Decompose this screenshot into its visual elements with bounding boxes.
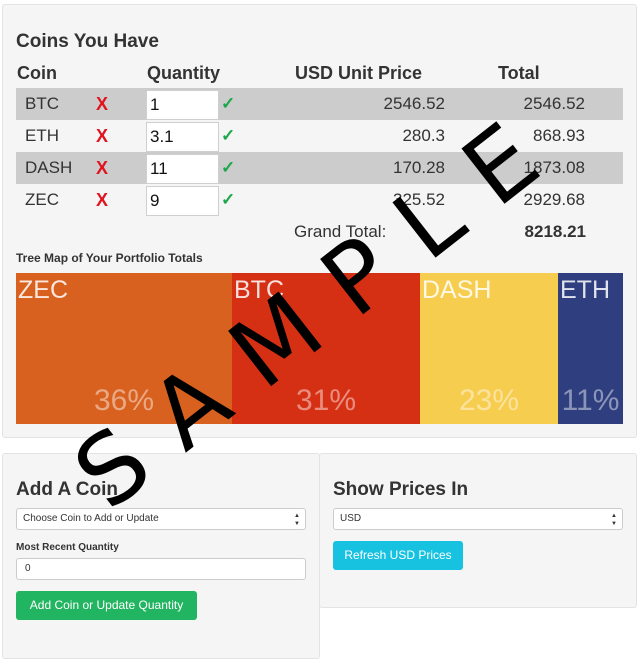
unit-price: 170.28: [393, 158, 445, 177]
tile-label: ETH: [560, 276, 610, 304]
remove-coin-button[interactable]: X: [94, 88, 110, 120]
unit-price: 325.52: [393, 190, 445, 209]
quantity-input[interactable]: [146, 122, 219, 152]
row-total: 2546.52: [523, 94, 585, 113]
confirm-quantity-button[interactable]: ✓: [221, 184, 235, 216]
price-column-header: USD Unit Price: [295, 63, 423, 83]
select-caret-icon: ▲ ▼: [294, 513, 300, 527]
treemap-tile-dash: DASH 23%: [420, 273, 558, 424]
remove-coin-button[interactable]: X: [94, 120, 110, 152]
tile-label: BTC: [234, 276, 284, 304]
coin-column-header: Coin: [17, 63, 57, 83]
row-total: 2929.68: [523, 190, 585, 209]
currency-select-value: USD: [340, 513, 362, 524]
treemap-title: Tree Map of Your Portfolio Totals: [16, 251, 203, 265]
quantity-input[interactable]: [146, 154, 219, 184]
coin-select-value: Choose Coin to Add or Update: [23, 513, 159, 524]
show-prices-title: Show Prices In: [333, 479, 469, 500]
portfolio-treemap: ZEC 36% BTC 31% DASH 23% ETH 11%: [16, 273, 623, 424]
confirm-quantity-button[interactable]: ✓: [221, 88, 235, 120]
coin-row-dash: DASH X ✓ 170.28 1873.08: [16, 152, 623, 184]
tile-label: ZEC: [18, 276, 68, 304]
remove-coin-button[interactable]: X: [94, 184, 110, 216]
add-coin-button[interactable]: Add Coin or Update Quantity: [16, 591, 197, 620]
tile-percent: 31%: [295, 384, 357, 417]
row-total: 868.93: [533, 126, 585, 145]
treemap-tile-zec: ZEC 36%: [16, 273, 232, 424]
coin-name: ETH: [25, 126, 59, 145]
unit-price: 280.3: [402, 126, 445, 145]
coin-name: DASH: [25, 158, 73, 177]
treemap-tile-eth: ETH 11%: [558, 273, 623, 424]
coin-row-btc: BTC X ✓ 2546.52 2546.52: [16, 88, 623, 120]
refresh-prices-button[interactable]: Refresh USD Prices: [333, 541, 463, 570]
add-coin-title: Add A Coin: [16, 479, 119, 500]
tile-percent: 11%: [561, 384, 620, 417]
currency-select[interactable]: USD ▲ ▼: [333, 508, 623, 530]
tile-percent: 36%: [93, 384, 155, 417]
total-column-header: Total: [498, 63, 540, 83]
remove-coin-button[interactable]: X: [94, 152, 110, 184]
grand-total-value: 8218.21: [524, 222, 586, 241]
quantity-field[interactable]: 0: [16, 558, 306, 580]
confirm-quantity-button[interactable]: ✓: [221, 152, 235, 184]
coin-select[interactable]: Choose Coin to Add or Update ▲ ▼: [16, 508, 306, 530]
confirm-quantity-button[interactable]: ✓: [221, 120, 235, 152]
coin-row-eth: ETH X ✓ 280.3 868.93: [16, 120, 623, 152]
unit-price: 2546.52: [383, 94, 445, 113]
grand-total-label: Grand Total:: [294, 222, 387, 241]
quantity-field-value: 0: [25, 563, 31, 574]
select-caret-icon: ▲ ▼: [611, 513, 617, 527]
coin-name: ZEC: [25, 190, 59, 209]
coins-title: Coins You Have: [16, 31, 159, 52]
coin-name: BTC: [25, 94, 59, 113]
quantity-input[interactable]: [146, 186, 219, 216]
row-total: 1873.08: [523, 158, 585, 177]
tile-percent: 23%: [458, 384, 520, 417]
treemap-tile-btc: BTC 31%: [232, 273, 420, 424]
tile-label: DASH: [422, 276, 492, 304]
quantity-column-header: Quantity: [147, 63, 221, 83]
coin-row-zec: ZEC X ✓ 325.52 2929.68: [16, 184, 623, 216]
quantity-label: Most Recent Quantity: [16, 542, 119, 553]
quantity-input[interactable]: [146, 90, 219, 120]
show-prices-panel: [319, 453, 637, 608]
